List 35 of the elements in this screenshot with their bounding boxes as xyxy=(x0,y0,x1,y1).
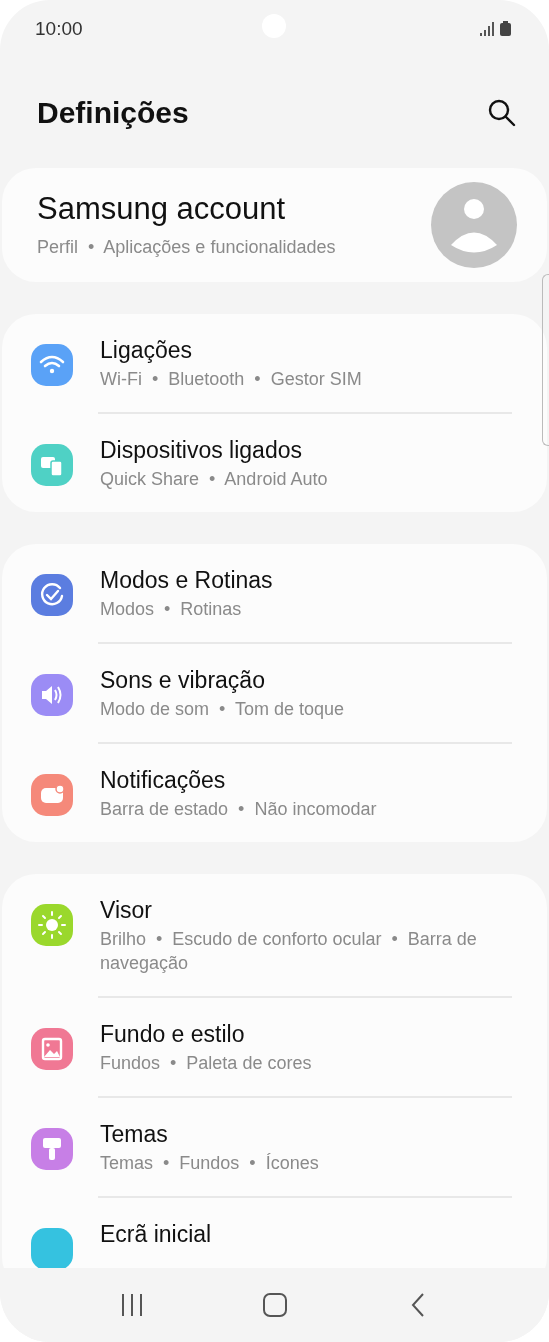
item-title: Notificações xyxy=(100,766,227,794)
item-title: Fundo e estilo xyxy=(100,1020,246,1048)
item-subtitle: Fundos • Paleta de cores xyxy=(100,1052,313,1075)
item-subtitle: Temas • Fundos • Ícones xyxy=(100,1152,320,1175)
item-subtitle: Quick Share • Android Auto xyxy=(100,468,329,491)
search-button[interactable] xyxy=(487,98,517,128)
settings-item[interactable]: Ecrã inicial xyxy=(2,1198,547,1268)
page-title: Definições xyxy=(37,96,189,130)
item-title: Ligações xyxy=(100,336,194,364)
account-name: Samsung account xyxy=(37,191,287,227)
settings-item[interactable]: Fundo e estilo Fundos • Paleta de cores xyxy=(2,998,547,1096)
settings-item[interactable]: Ligações Wi-Fi • Bluetooth • Gestor SIM xyxy=(2,314,547,412)
item-title: Temas xyxy=(100,1120,169,1148)
rounded-square-icon xyxy=(261,1292,288,1318)
settings-item[interactable]: Sons e vibração Modo de som • Tom de toque xyxy=(2,644,547,742)
status-time: 10:00 xyxy=(35,18,83,40)
settings-item[interactable]: Modos e Rotinas Modos • Rotinas xyxy=(2,544,547,642)
item-subtitle: Brilho • Escudo de conforto ocular • Barra de navegação xyxy=(100,928,478,975)
item-subtitle: Wi-Fi • Bluetooth • Gestor SIM xyxy=(100,368,363,391)
item-subtitle: Barra de estado • Não incomodar xyxy=(100,798,378,821)
item-title: Visor xyxy=(100,896,153,924)
avatar-icon xyxy=(431,182,517,268)
settings-item[interactable]: Visor Brilho • Escudo de conforto ocular • Barra de navegação xyxy=(2,874,547,996)
account-card[interactable]: Samsung account Perfil • Aplicações e funcionalidades xyxy=(2,168,547,282)
item-title: Ecrã inicial xyxy=(100,1220,213,1248)
account-subtitle: Perfil • Aplicações e funcionalidades xyxy=(37,236,336,259)
settings-item[interactable]: Temas Temas • Fundos • Ícones xyxy=(2,1098,547,1196)
item-subtitle: Modos • Rotinas xyxy=(100,598,243,621)
item-title: Dispositivos ligados xyxy=(100,436,303,464)
item-subtitle: Modo de som • Tom de toque xyxy=(100,698,346,721)
item-title: Modos e Rotinas xyxy=(100,566,274,594)
signal-battery-icon xyxy=(479,21,513,37)
settings-item[interactable]: Notificações Barra de estado • Não incomodar xyxy=(2,744,547,842)
settings-item[interactable]: Dispositivos ligados Quick Share • Android Auto xyxy=(2,414,547,512)
item-title: Sons e vibração xyxy=(100,666,266,694)
